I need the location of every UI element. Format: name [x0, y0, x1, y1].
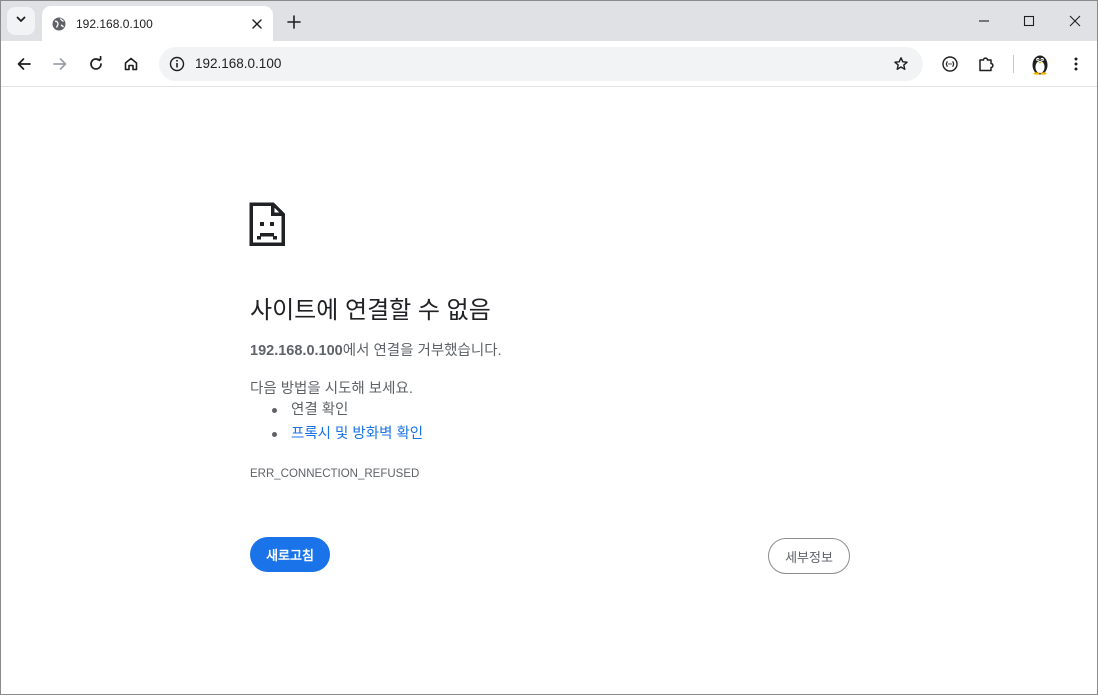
reload-button[interactable]: 새로고침 — [250, 537, 330, 572]
error-code: ERR_CONNECTION_REFUSED — [250, 468, 420, 480]
plus-icon[interactable] — [281, 9, 307, 35]
back-arrow-icon[interactable] — [9, 49, 39, 79]
address-bar[interactable]: 192.168.0.100 — [159, 47, 923, 81]
url-text[interactable]: 192.168.0.100 — [195, 47, 281, 81]
home-icon[interactable] — [116, 49, 146, 79]
error-title: 사이트에 연결할 수 없음 — [250, 297, 491, 324]
toolbar: 192.168.0.100 — [1, 41, 1097, 87]
error-page: 사이트에 연결할 수 없음 192.168.0.100에서 연결을 거부했습니다… — [1, 88, 1097, 694]
tab-strip: 192.168.0.100 — [1, 1, 1097, 41]
more-vert-icon[interactable] — [1061, 49, 1091, 79]
forward-arrow-icon[interactable] — [45, 49, 75, 79]
error-message: 에서 연결을 거부했습니다. — [342, 343, 502, 359]
tab-active[interactable]: 192.168.0.100 — [42, 6, 273, 41]
error-description: 192.168.0.100에서 연결을 거부했습니다. — [250, 339, 502, 360]
extensions-icon[interactable] — [971, 49, 1001, 79]
suggestion-check-proxy-firewall-link[interactable]: 프록시 및 방화벽 확인 — [271, 424, 423, 448]
window-close-icon[interactable] — [1052, 1, 1097, 41]
minimize-icon[interactable] — [961, 1, 1007, 41]
tab-search-button[interactable] — [7, 7, 35, 35]
chevron-down-icon — [15, 12, 27, 30]
maximize-icon[interactable] — [1006, 1, 1052, 41]
browser-window: 192.168.0.100 192.168.0.100 사이트에 연결할 수 없… — [0, 0, 1098, 695]
globe-icon — [51, 16, 67, 32]
error-host: 192.168.0.100 — [250, 343, 343, 359]
details-button[interactable]: 세부정보 — [768, 538, 850, 574]
close-icon[interactable] — [247, 14, 267, 34]
sad-document-icon — [249, 202, 285, 251]
suggestion-check-connection: 연결 확인 — [271, 400, 423, 424]
profile-penguin-icon[interactable] — [1025, 49, 1055, 79]
suggestions-list: 연결 확인 프록시 및 방화벽 확인 — [271, 400, 423, 448]
info-icon[interactable] — [163, 50, 191, 78]
suggestions-heading: 다음 방법을 시도해 보세요. — [250, 381, 413, 397]
star-icon[interactable] — [887, 50, 915, 78]
tab-title: 192.168.0.100 — [76, 16, 153, 31]
reload-icon[interactable] — [81, 49, 111, 79]
toolbar-separator — [1013, 55, 1014, 73]
reading-mode-icon[interactable] — [935, 49, 965, 79]
